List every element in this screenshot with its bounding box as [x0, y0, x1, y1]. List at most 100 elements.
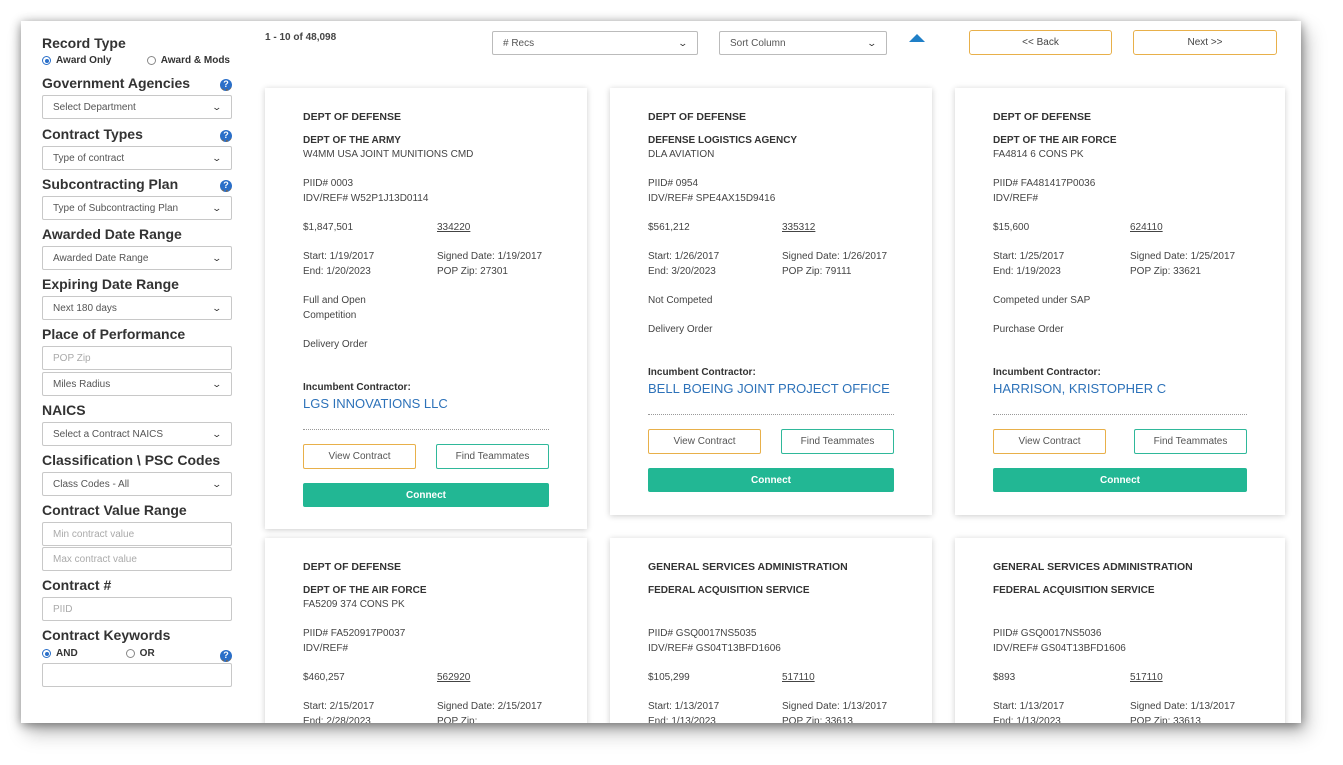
card-piid: PIID# FA520917P0037: [303, 628, 406, 639]
find-teammates-button[interactable]: Find Teammates: [781, 429, 894, 454]
chevron-down-icon: ⌄: [211, 202, 223, 213]
or-radio[interactable]: OR: [125, 648, 155, 659]
chevron-down-icon: ⌄: [677, 37, 689, 48]
card-competition: Competed under SAP: [993, 295, 1091, 306]
connect-button[interactable]: Connect: [993, 468, 1247, 492]
card-signed: Signed Date: 1/25/2017: [1130, 251, 1236, 262]
card-office: W4MM USA JOINT MUNITIONS CMD: [303, 149, 474, 160]
card-agency: DEPT OF DEFENSE: [303, 561, 402, 573]
keywords-title: Contract Keywords: [42, 627, 171, 643]
card-end: End: 1/20/2023: [303, 266, 371, 277]
sort-column-select[interactable]: Sort Column ⌄: [719, 31, 887, 55]
card-piid: PIID# GSQ0017NS5036: [993, 628, 1102, 639]
view-contract-button[interactable]: View Contract: [993, 429, 1106, 454]
help-icon[interactable]: ?: [220, 650, 232, 662]
award-only-radio[interactable]: Award Only: [42, 55, 111, 66]
contract-card: DEPT OF DEFENSE DEPT OF THE AIR FORCE FA…: [265, 538, 587, 723]
card-idv: IDV/REF# GS04T13BFD1606: [648, 643, 781, 654]
expiring-date-select[interactable]: Next 180 days ⌄: [42, 296, 232, 320]
card-end: End: 1/13/2023: [648, 716, 716, 723]
card-office: DLA AVIATION: [648, 149, 715, 160]
card-start: Start: 1/13/2017: [648, 701, 720, 712]
card-popzip: POP Zip: 33613: [782, 716, 853, 723]
chevron-down-icon: ⌄: [211, 252, 223, 263]
card-order-type: Purchase Order: [993, 324, 1064, 335]
find-teammates-button[interactable]: Find Teammates: [436, 444, 549, 469]
chevron-down-icon: ⌄: [211, 478, 223, 489]
card-subagency: DEPT OF THE ARMY: [303, 135, 401, 146]
piid-input[interactable]: PIID: [42, 597, 232, 621]
card-popzip: POP Zip:: [437, 716, 478, 723]
card-naics-link[interactable]: 334220: [437, 221, 470, 234]
radio-checked-icon: [42, 56, 51, 65]
connect-button[interactable]: Connect: [303, 483, 549, 507]
card-signed: Signed Date: 1/26/2017: [782, 251, 888, 262]
card-piid: PIID# 0954: [648, 178, 699, 189]
card-piid: PIID# GSQ0017NS5035: [648, 628, 757, 639]
incumbent-link[interactable]: HARRISON, KRISTOPHER C: [993, 381, 1247, 396]
contract-number-title: Contract #: [42, 577, 112, 593]
card-start: Start: 2/15/2017: [303, 701, 375, 712]
min-value-input[interactable]: Min contract value: [42, 522, 232, 546]
card-amount: $15,600: [993, 222, 1030, 233]
radio-checked-icon: [42, 649, 51, 658]
awarded-date-select[interactable]: Awarded Date Range ⌄: [42, 246, 232, 270]
view-contract-button[interactable]: View Contract: [303, 444, 416, 469]
help-icon[interactable]: ?: [220, 130, 232, 142]
result-count: 1 - 10 of 48,098: [265, 32, 337, 43]
card-naics-link[interactable]: 517110: [1130, 671, 1163, 684]
pop-zip-input[interactable]: POP Zip: [42, 346, 232, 370]
contract-card: DEPT OF DEFENSE DEPT OF THE AIR FORCE FA…: [955, 88, 1285, 515]
contract-card: GENERAL SERVICES ADMINISTRATION FEDERAL …: [610, 538, 932, 723]
help-icon[interactable]: ?: [220, 79, 232, 91]
card-piid: PIID# 0003: [303, 178, 354, 189]
card-naics-link[interactable]: 562920: [437, 671, 470, 684]
and-radio[interactable]: AND: [42, 648, 78, 659]
card-competition: Not Competed: [648, 295, 713, 306]
card-end: End: 1/13/2023: [993, 716, 1061, 723]
value-range-title: Contract Value Range: [42, 502, 187, 518]
miles-radius-select[interactable]: Miles Radius ⌄: [42, 372, 232, 396]
naics-select[interactable]: Select a Contract NAICS ⌄: [42, 422, 232, 446]
card-naics-link[interactable]: 335312: [782, 221, 815, 234]
card-competition-2: Competition: [303, 310, 357, 321]
card-end: End: 2/28/2023: [303, 716, 371, 723]
department-select[interactable]: Select Department ⌄: [42, 95, 232, 119]
card-popzip: POP Zip: 27301: [437, 266, 508, 277]
find-teammates-button[interactable]: Find Teammates: [1134, 429, 1247, 454]
radio-unchecked-icon: [146, 56, 156, 65]
card-idv: IDV/REF#: [993, 193, 1039, 204]
keywords-input[interactable]: [42, 663, 232, 687]
chevron-down-icon: ⌄: [211, 101, 223, 112]
psc-select[interactable]: Class Codes - All ⌄: [42, 472, 232, 496]
card-agency: DEPT OF DEFENSE: [648, 111, 747, 123]
card-naics-link[interactable]: 517110: [782, 671, 815, 684]
card-competition: Full and Open: [303, 295, 366, 306]
sort-ascending-icon[interactable]: [909, 34, 925, 42]
record-type-radios: Award Only Award & Mods: [42, 55, 232, 66]
contract-card: DEPT OF DEFENSE DEFENSE LOGISTICS AGENCY…: [610, 88, 932, 515]
card-naics-link[interactable]: 624110: [1130, 221, 1163, 234]
expiring-date-title: Expiring Date Range: [42, 276, 179, 292]
next-button[interactable]: Next >>: [1133, 30, 1277, 55]
card-agency: GENERAL SERVICES ADMINISTRATION: [993, 561, 1193, 573]
incumbent-link[interactable]: BELL BOEING JOINT PROJECT OFFICE: [648, 381, 894, 396]
card-signed: Signed Date: 1/13/2017: [1130, 701, 1236, 712]
max-value-input[interactable]: Max contract value: [42, 547, 232, 571]
card-signed: Signed Date: 1/13/2017: [782, 701, 888, 712]
card-office: [993, 598, 1247, 611]
card-start: Start: 1/13/2017: [993, 701, 1065, 712]
recs-select[interactable]: # Recs ⌄: [492, 31, 698, 55]
subcontracting-select[interactable]: Type of Subcontracting Plan ⌄: [42, 196, 232, 220]
award-mods-radio[interactable]: Award & Mods: [146, 55, 230, 66]
view-contract-button[interactable]: View Contract: [648, 429, 761, 454]
keywords-radios: AND OR ?: [42, 648, 232, 662]
back-button[interactable]: << Back: [969, 30, 1112, 55]
help-icon[interactable]: ?: [220, 180, 232, 192]
card-idv: IDV/REF# GS04T13BFD1606: [993, 643, 1126, 654]
contract-type-select[interactable]: Type of contract ⌄: [42, 146, 232, 170]
card-subagency: FEDERAL ACQUISITION SERVICE: [993, 585, 1155, 596]
card-popzip: POP Zip: 33621: [1130, 266, 1201, 277]
incumbent-link[interactable]: LGS INNOVATIONS LLC: [303, 396, 549, 411]
connect-button[interactable]: Connect: [648, 468, 894, 492]
